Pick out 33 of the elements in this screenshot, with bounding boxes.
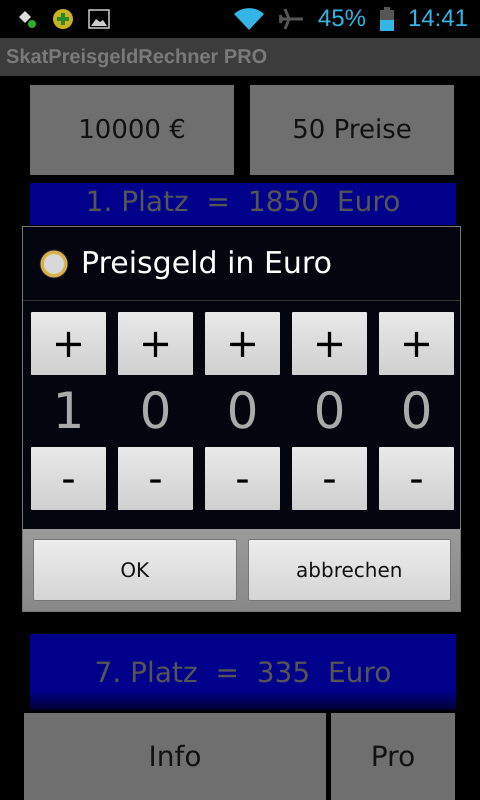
ok-button[interactable]: OK bbox=[33, 539, 236, 601]
app-title: SkatPreisgeldRechner PRO bbox=[6, 46, 268, 68]
decrement-button[interactable]: - bbox=[31, 447, 106, 510]
digit-value: 0 bbox=[140, 382, 172, 440]
cancel-button[interactable]: abbrechen bbox=[248, 539, 451, 601]
battery-icon bbox=[380, 7, 394, 31]
increment-button[interactable]: + bbox=[31, 312, 106, 375]
digit-value: 0 bbox=[314, 382, 346, 440]
prize-row: 7. Platz = 335 Euro bbox=[30, 634, 456, 710]
digit-value: 0 bbox=[226, 382, 258, 440]
digit-value: 1 bbox=[52, 382, 84, 440]
clock-time: 14:41 bbox=[408, 5, 468, 33]
battery-percentage: 45% bbox=[318, 5, 366, 33]
wifi-icon bbox=[234, 8, 264, 30]
airplane-icon bbox=[278, 8, 304, 30]
prize-row: 1. Platz = 1850 Euro bbox=[30, 183, 456, 225]
image-icon bbox=[88, 9, 110, 29]
increment-button[interactable]: + bbox=[118, 312, 193, 375]
plus-badge-icon bbox=[52, 8, 74, 30]
increment-button[interactable]: + bbox=[292, 312, 367, 375]
decrement-button[interactable]: - bbox=[379, 447, 454, 510]
increment-button[interactable]: + bbox=[379, 312, 454, 375]
coin-icon bbox=[39, 248, 69, 278]
pro-button[interactable]: Pro bbox=[331, 713, 455, 800]
decrement-button[interactable]: - bbox=[205, 447, 280, 510]
increment-button[interactable]: + bbox=[205, 312, 280, 375]
decrement-button[interactable]: - bbox=[118, 447, 193, 510]
digit-value: 0 bbox=[400, 382, 432, 440]
info-button[interactable]: Info bbox=[24, 713, 326, 800]
selector-button[interactable]: 10000 € bbox=[30, 85, 234, 175]
decrement-button[interactable]: - bbox=[292, 447, 367, 510]
selector-button[interactable]: 50 Preise bbox=[250, 85, 454, 175]
dialog-title: Preisgeld in Euro bbox=[81, 246, 332, 281]
